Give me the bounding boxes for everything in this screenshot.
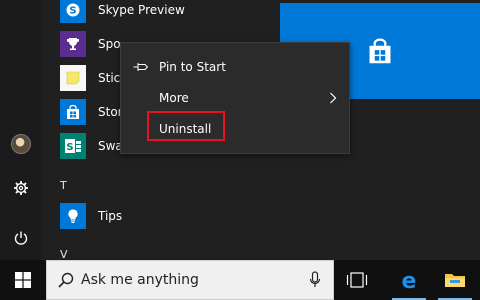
pin-to-start-item[interactable]: Pin to Start: [121, 52, 349, 82]
start-button[interactable]: [0, 260, 46, 300]
folder-icon: [445, 274, 465, 287]
edge-button[interactable]: e: [386, 260, 432, 300]
search-box[interactable]: Ask me anything: [46, 260, 334, 300]
more-item[interactable]: More: [121, 83, 349, 113]
pin-to-start-label: Pin to Start: [159, 60, 226, 74]
power-button[interactable]: [0, 220, 42, 256]
task-view-button[interactable]: [334, 260, 380, 300]
store-bag-icon: [67, 104, 79, 119]
user-avatar-button[interactable]: [0, 126, 42, 162]
file-explorer-button[interactable]: [432, 260, 478, 300]
sway-tile: S: [60, 133, 86, 159]
gear-icon: [14, 181, 28, 195]
svg-text:e: e: [402, 269, 417, 291]
more-label: More: [159, 91, 189, 105]
section-header-t[interactable]: T: [60, 179, 67, 192]
skype-icon: S: [66, 3, 80, 17]
svg-text:S: S: [66, 142, 73, 153]
context-menu: Pin to Start More Uninstall: [120, 42, 350, 154]
store-tile-small: [60, 99, 86, 125]
start-left-rail: [0, 0, 42, 260]
lightbulb-icon: [68, 209, 78, 223]
sticky-notes-tile: [60, 65, 86, 91]
sports-tile: [60, 31, 86, 57]
uninstall-highlight-box: [147, 111, 225, 141]
taskbar: Ask me anything e: [0, 260, 480, 300]
svg-text:S: S: [69, 6, 76, 17]
task-view-icon: [346, 272, 368, 288]
search-icon: [58, 272, 74, 288]
tips-tile: [60, 203, 86, 229]
pin-icon: [133, 63, 149, 71]
search-input[interactable]: Ask me anything: [81, 272, 199, 288]
app-label: Skype Preview: [98, 3, 185, 17]
store-bag-icon: [369, 38, 391, 64]
app-label: Spo: [98, 37, 121, 51]
avatar: [11, 134, 31, 154]
sticky-note-icon: [66, 71, 80, 85]
list-item-skype[interactable]: S Skype Preview: [60, 0, 280, 25]
skype-tile: S: [60, 0, 86, 23]
windows-logo-icon: [15, 272, 31, 288]
edge-icon: e: [402, 269, 417, 291]
chevron-right-icon: [330, 92, 337, 104]
app-label: Tips: [98, 209, 123, 223]
trophy-icon: [66, 38, 80, 50]
power-icon: [14, 231, 28, 245]
settings-button[interactable]: [0, 170, 42, 206]
list-item-tips[interactable]: Tips: [60, 201, 280, 231]
microphone-icon[interactable]: [309, 271, 321, 289]
sway-icon: S: [65, 139, 81, 153]
app-label: Stor: [98, 105, 123, 119]
